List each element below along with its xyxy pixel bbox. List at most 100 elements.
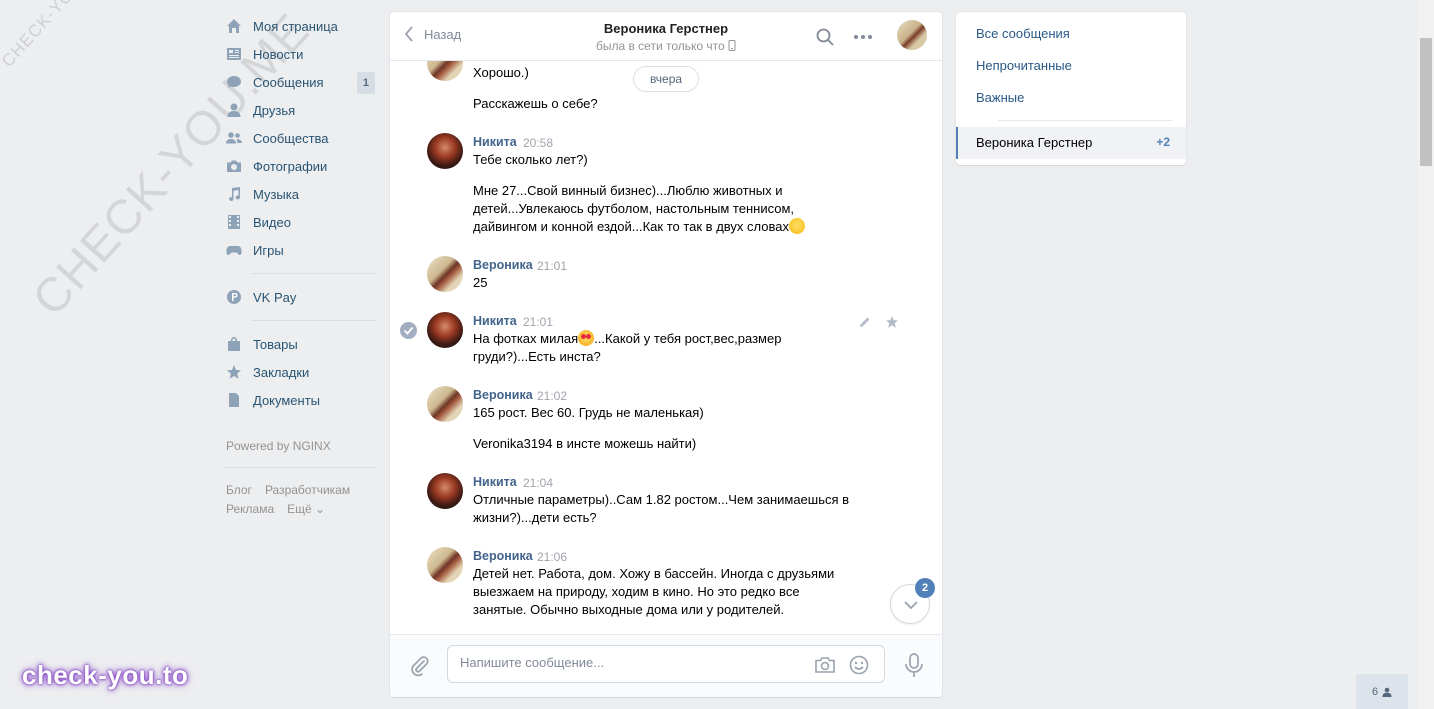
nav-photos[interactable]: Фотографии [224, 152, 376, 180]
message-filters-panel: Все сообщения Непрочитанные Важные Верон… [956, 12, 1186, 165]
heart-eyes-emoji-icon [578, 330, 595, 346]
messages-icon [226, 74, 242, 90]
scrollbar-thumb[interactable] [1420, 38, 1432, 166]
paperclip-icon[interactable] [409, 655, 431, 677]
message-text-part: На фотках милая [473, 331, 579, 346]
nav-divider [252, 273, 376, 274]
camera-icon[interactable] [814, 654, 836, 676]
powered-by: Powered by NGINX [226, 439, 331, 453]
avatar[interactable] [427, 256, 463, 292]
message-text: Veronika3194 в инсте можешь найти) [473, 436, 697, 451]
more-icon[interactable] [853, 27, 873, 47]
nav-label: Документы [253, 392, 321, 408]
chat-panel: Назад Вероника Герстнер была в сети толь… [390, 12, 942, 697]
message-author[interactable]: Вероника [473, 549, 533, 563]
online-friends-button[interactable]: 6 [1356, 674, 1408, 709]
nav-label: Сообщения [253, 74, 324, 90]
select-check-icon[interactable] [400, 322, 417, 339]
edit-icon[interactable] [858, 315, 872, 329]
chevron-down-icon [904, 601, 918, 610]
nav-communities[interactable]: Сообщества [224, 124, 376, 152]
nav-friends[interactable]: Друзья [224, 96, 376, 124]
scroll-to-bottom-button[interactable]: 2 [890, 578, 935, 624]
friends-icon [226, 102, 242, 118]
message-time[interactable]: 20:58 [523, 136, 553, 150]
search-icon[interactable] [815, 27, 835, 47]
nav-label: Игры [253, 242, 284, 258]
message-text-body: Мне 27...Свой винный бизнес)...Люблю жив… [473, 183, 795, 234]
message-author[interactable]: Никита [473, 475, 517, 489]
nav-bookmarks[interactable]: Закладки [224, 358, 376, 386]
watermark-small: CHECK-YOU.ME [0, 0, 109, 71]
avatar[interactable] [427, 133, 463, 169]
message-input-wrapper [447, 645, 885, 683]
message-text: На фотках милая ...Какой у тебя рост,вес,… [473, 330, 803, 366]
message-author[interactable]: Вероника [473, 258, 533, 272]
header-avatar[interactable] [897, 20, 927, 50]
star-icon [226, 364, 242, 380]
document-icon [226, 392, 242, 408]
nav-label: VK Pay [253, 289, 297, 305]
nav-label: Новости [253, 46, 304, 62]
footer-blog-link[interactable]: Блог [226, 483, 252, 497]
avatar[interactable] [427, 547, 463, 583]
nav-news[interactable]: Новости [224, 40, 376, 68]
video-icon [226, 214, 242, 230]
nav-label: Музыка [253, 186, 299, 202]
music-icon [226, 186, 242, 202]
user-icon [1382, 687, 1392, 697]
message-text: 25 [473, 275, 488, 290]
avatar[interactable] [427, 473, 463, 509]
online-count: 6 [1371, 685, 1379, 698]
message-text: Детей нет. Работа, дом. Хожу в бассейн. … [473, 566, 835, 617]
filter-divider [998, 120, 1172, 121]
message-input[interactable] [460, 655, 800, 670]
footer-ads-link[interactable]: Реклама [226, 502, 274, 516]
nav-documents[interactable]: Документы [224, 386, 376, 414]
message-author[interactable]: Вероника [473, 388, 533, 402]
avatar[interactable] [427, 61, 463, 81]
nav-messages[interactable]: Сообщения 1 [224, 68, 376, 96]
filter-unread[interactable]: Непрочитанные [976, 58, 1072, 73]
mobile-icon [728, 40, 736, 51]
message-text: 165 рост. Вес 60. Грудь не маленькая) [473, 405, 704, 420]
conversation-new-count: +2 [1156, 135, 1170, 149]
home-icon [226, 18, 242, 34]
footer-more-link[interactable]: Ещё ⌄ [287, 502, 325, 516]
filter-important[interactable]: Важные [976, 90, 1024, 105]
footer-dev-link[interactable]: Разработчикам [265, 483, 350, 497]
nav-label: Закладки [253, 364, 310, 380]
star-icon[interactable] [885, 315, 899, 329]
nav-my-page[interactable]: Моя страница [224, 12, 376, 40]
conversation-name: Вероника Герстнер [976, 135, 1093, 150]
avatar[interactable] [427, 312, 463, 348]
nav-vkpay[interactable]: VK Pay [224, 283, 376, 311]
message-text: Отличные параметры)..Сам 1.82 ростом...Ч… [473, 492, 850, 525]
nav-music[interactable]: Музыка [224, 180, 376, 208]
message-time[interactable]: 21:02 [537, 389, 567, 403]
nav-video[interactable]: Видео [224, 208, 376, 236]
smirk-emoji-icon [788, 218, 805, 234]
nav-label: Сообщества [253, 130, 329, 146]
message-author[interactable]: Никита [473, 135, 517, 149]
unread-count-badge: 2 [915, 578, 935, 598]
games-icon [226, 242, 242, 258]
message-author[interactable]: Никита [473, 314, 517, 328]
message-time[interactable]: 21:06 [537, 550, 567, 564]
date-separator: вчера [633, 66, 699, 92]
emoji-smile-icon[interactable] [848, 654, 870, 676]
message-time[interactable]: 21:01 [523, 315, 553, 329]
message-time[interactable]: 21:01 [537, 259, 567, 273]
message-time[interactable]: 21:04 [523, 476, 553, 490]
avatar[interactable] [427, 386, 463, 422]
chat-header: Назад Вероника Герстнер была в сети толь… [390, 12, 942, 61]
filter-all-messages[interactable]: Все сообщения [976, 26, 1070, 41]
active-conversation-item[interactable]: Вероника Герстнер +2 [956, 127, 1186, 159]
page-scrollbar[interactable] [1418, 0, 1434, 709]
nav-goods[interactable]: Товары [224, 330, 376, 358]
footer-links: Блог Разработчикам Реклама Ещё ⌄ [224, 467, 376, 519]
nav-games[interactable]: Игры [224, 236, 376, 264]
nav-label: Товары [253, 336, 298, 352]
nav-label: Видео [253, 214, 291, 230]
microphone-icon[interactable] [903, 653, 925, 679]
